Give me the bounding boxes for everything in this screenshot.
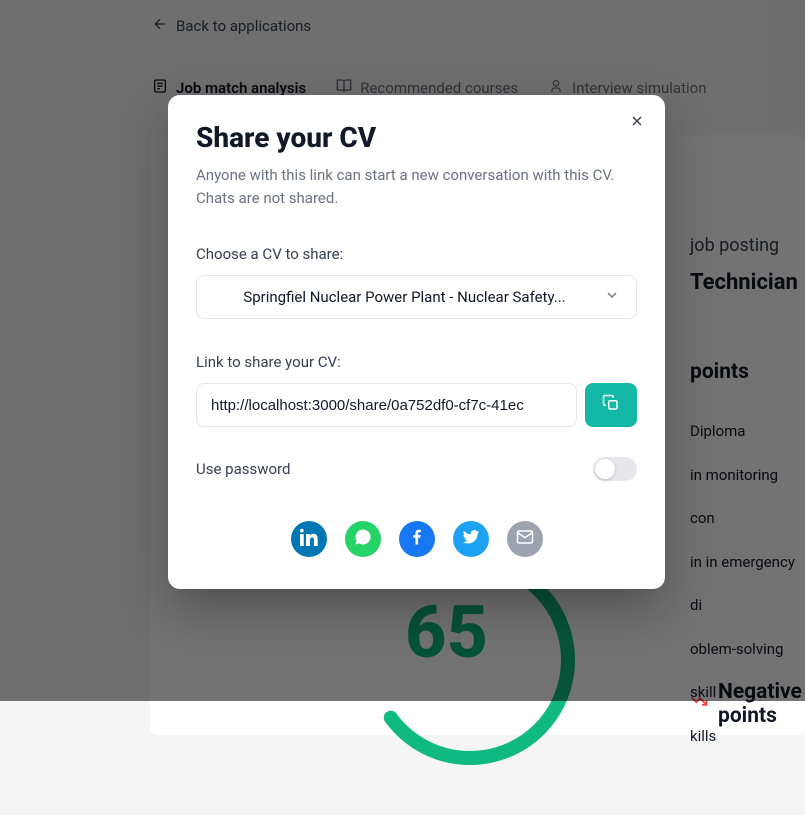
- share-icons-row: [196, 521, 637, 557]
- share-facebook-button[interactable]: [399, 521, 435, 557]
- share-twitter-button[interactable]: [453, 521, 489, 557]
- cv-selected-value: Springfiel Nuclear Power Plant - Nuclear…: [243, 288, 565, 306]
- modal-title: Share your CV: [196, 121, 637, 154]
- share-link-input[interactable]: [196, 383, 577, 427]
- cv-select[interactable]: Springfiel Nuclear Power Plant - Nuclear…: [196, 275, 637, 319]
- copy-button[interactable]: [585, 383, 637, 427]
- linkedin-icon: [300, 528, 318, 550]
- share-email-button[interactable]: [507, 521, 543, 557]
- twitter-icon: [462, 528, 480, 550]
- share-whatsapp-button[interactable]: [345, 521, 381, 557]
- chevron-down-icon: [604, 287, 620, 307]
- link-label: Link to share your CV:: [196, 353, 637, 371]
- share-cv-modal: Share your CV Anyone with this link can …: [168, 95, 665, 589]
- close-icon: [629, 113, 645, 133]
- facebook-icon: [408, 528, 426, 550]
- choose-cv-label: Choose a CV to share:: [196, 245, 637, 263]
- password-label: Use password: [196, 460, 290, 478]
- email-icon: [516, 528, 534, 550]
- copy-icon: [602, 394, 620, 416]
- close-button[interactable]: [625, 111, 649, 135]
- modal-subtitle: Anyone with this link can start a new co…: [196, 164, 637, 209]
- toggle-knob: [595, 459, 615, 479]
- share-linkedin-button[interactable]: [291, 521, 327, 557]
- password-toggle[interactable]: [593, 457, 637, 481]
- whatsapp-icon: [354, 528, 372, 550]
